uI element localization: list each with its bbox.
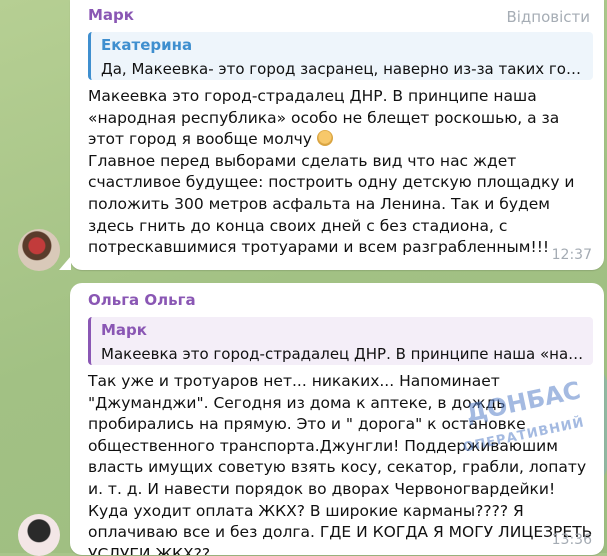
- message-time: 12:37: [551, 247, 592, 263]
- message-bubble[interactable]: Ольга Ольга Марк Макеевка это город-стра…: [70, 283, 604, 555]
- emoji-icon: [316, 130, 333, 147]
- reply-quote[interactable]: Екатерина Да, Макеевка- это город засран…: [88, 32, 593, 80]
- message-time: 13:36: [551, 532, 592, 548]
- reply-button[interactable]: Відповісти: [506, 8, 590, 26]
- sender-name[interactable]: Марк: [88, 6, 134, 24]
- quote-author: Екатерина: [101, 36, 193, 54]
- quote-author: Марк: [101, 321, 147, 339]
- quote-text: Да, Макеевка- это город засранец, наверн…: [101, 60, 587, 78]
- avatar[interactable]: [18, 514, 60, 556]
- message-text-part: Главное перед выборами сделать вид что н…: [88, 151, 575, 257]
- message-text: Макеевка это город-страдалец ДНР. В прин…: [88, 86, 588, 259]
- avatar[interactable]: [18, 229, 60, 271]
- reply-quote[interactable]: Марк Макеевка это город-страдалец ДНР. В…: [88, 317, 593, 365]
- sender-name[interactable]: Ольга Ольга: [88, 291, 196, 309]
- message-bubble[interactable]: Марк Відповісти Екатерина Да, Макеевка- …: [70, 0, 604, 270]
- quote-text: Макеевка это город-страдалец ДНР. В прин…: [101, 345, 587, 363]
